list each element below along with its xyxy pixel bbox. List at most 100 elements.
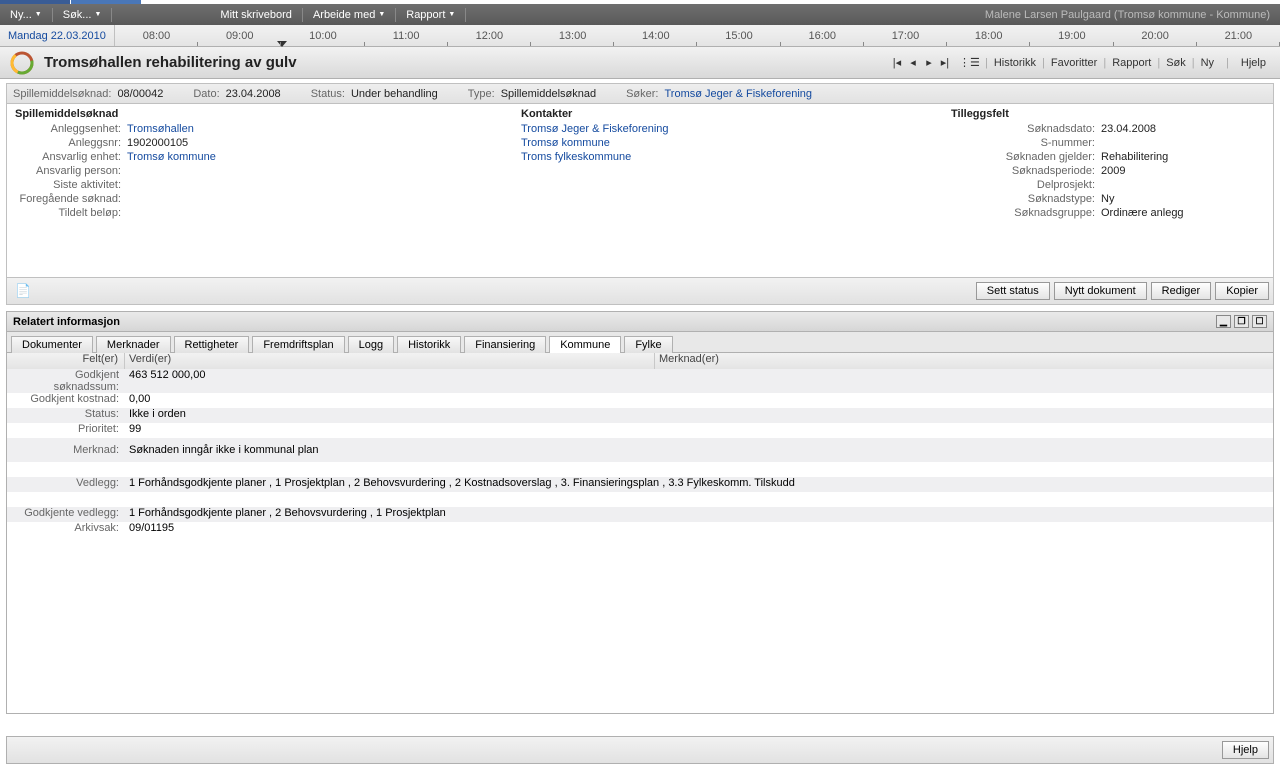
tab-fylke[interactable]: Fylke — [624, 336, 672, 353]
app-logo-icon — [10, 51, 34, 75]
nav-last-icon[interactable]: ▸| — [937, 56, 953, 69]
link-rapport[interactable]: Rapport — [1108, 57, 1155, 69]
minimize-button[interactable]: ▁ — [1216, 315, 1231, 328]
facility-link[interactable]: Tromsøhallen — [127, 122, 194, 136]
row-label: Arkivsak: — [7, 522, 125, 537]
summary-status-value: Under behandling — [351, 88, 438, 100]
detail-panel: Spillemiddelsøknad Anleggsenhet:Tromsøha… — [6, 104, 1274, 278]
nav-prev-icon[interactable]: ◂ — [905, 56, 921, 69]
page-title: Tromsøhallen rehabilitering av gulv — [44, 54, 889, 71]
tab-finansiering[interactable]: Finansiering — [464, 336, 546, 353]
row-value: Søknaden inngår ikke i kommunal plan — [125, 444, 1273, 456]
col-values: Verdi(er) — [125, 353, 655, 369]
summary-row: Spillemiddelsøknad: 08/00042 Dato: 23.04… — [6, 83, 1274, 104]
tab-merknader[interactable]: Merknader — [96, 336, 171, 353]
tab-strip-item[interactable] — [71, 0, 141, 4]
field-label: Søknadsgruppe: — [951, 206, 1101, 220]
edit-button[interactable]: Rediger — [1151, 282, 1212, 300]
col-notes: Merknad(er) — [655, 353, 1273, 369]
tab-logg[interactable]: Logg — [348, 336, 394, 353]
new-document-button[interactable]: Nytt dokument — [1054, 282, 1147, 300]
row-label: Godkjent søknadssum: — [7, 369, 125, 393]
summary-date-label: Dato: — [193, 88, 219, 100]
nav-first-icon[interactable]: |◂ — [889, 56, 905, 69]
summary-type-label: Type: — [468, 88, 495, 100]
grid-body[interactable]: Godkjent søknadssum:463 512 000,00 Godkj… — [6, 369, 1274, 714]
timeline-hour: 14:00 — [614, 25, 697, 46]
tab-rettigheter[interactable]: Rettigheter — [174, 336, 250, 353]
link-historikk[interactable]: Historikk — [990, 57, 1040, 69]
left-col-head: Spillemiddelsøknad — [15, 108, 505, 120]
field-value: 23.04.2008 — [1101, 122, 1156, 136]
field-label: Søknaden gjelder: — [951, 150, 1101, 164]
timeline-hour: 10:00 — [281, 25, 364, 46]
field-label: Delprosjekt: — [951, 178, 1101, 192]
link-sok[interactable]: Søk — [1162, 57, 1190, 69]
row-label: Godkjent kostnad: — [7, 393, 125, 408]
timeline-hour: 17:00 — [864, 25, 947, 46]
timeline-hour: 11:00 — [365, 25, 448, 46]
unit-link[interactable]: Tromsø kommune — [127, 150, 216, 164]
contact-link[interactable]: Troms fylkeskommune — [521, 150, 631, 164]
row-value: 99 — [125, 423, 1273, 438]
timeline-hour: 20:00 — [1114, 25, 1197, 46]
set-status-button[interactable]: Sett status — [976, 282, 1050, 300]
field-label: Anleggsnr: — [15, 136, 127, 150]
summary-applicant-label: Søker: — [626, 88, 658, 100]
grid-header: Felt(er) Verdi(er) Merknad(er) — [6, 353, 1274, 369]
row-value: 0,00 — [125, 393, 1273, 408]
timeline-hour: 08:00 — [115, 25, 198, 46]
row-value: 09/01195 — [125, 522, 1273, 537]
contact-link[interactable]: Tromsø kommune — [521, 136, 610, 150]
top-menubar: Ny...▼ Søk...▼ Mitt skrivebord Arbeide m… — [0, 4, 1280, 25]
menu-search[interactable]: Søk...▼ — [57, 6, 108, 23]
timeline-hour: 21:00 — [1197, 25, 1280, 46]
timeline-hour: 18:00 — [947, 25, 1030, 46]
maximize-button[interactable]: ☐ — [1252, 315, 1267, 328]
menu-new[interactable]: Ny...▼ — [4, 6, 48, 23]
timeline-hours[interactable]: 08:0009:0010:0011:0012:0013:0014:0015:00… — [115, 25, 1280, 46]
field-value: Ny — [1101, 192, 1114, 206]
menu-workwith[interactable]: Arbeide med▼ — [307, 6, 391, 23]
menu-desktop[interactable]: Mitt skrivebord — [214, 6, 298, 23]
timeline-date[interactable]: Mandag 22.03.2010 — [0, 25, 115, 46]
field-value: 2009 — [1101, 164, 1125, 178]
summary-type-value: Spillemiddelsøknad — [501, 88, 596, 100]
chevron-down-icon: ▼ — [35, 11, 42, 18]
field-label: Ansvarlig person: — [15, 164, 127, 178]
summary-id-label: Spillemiddelsøknad: — [13, 88, 111, 100]
link-favoritter[interactable]: Favoritter — [1047, 57, 1101, 69]
summary-applicant-link[interactable]: Tromsø Jeger & Fiskeforening — [665, 88, 813, 100]
tab-strip-item[interactable] — [0, 0, 70, 4]
row-value: 1 Forhåndsgodkjente planer , 2 Behovsvur… — [125, 507, 1273, 522]
field-label: Søknadsdato: — [951, 122, 1101, 136]
nav-list-icon[interactable]: ⋮☰ — [959, 56, 975, 69]
help-button[interactable]: Hjelp — [1222, 741, 1269, 759]
title-bar: Tromsøhallen rehabilitering av gulv |◂ ◂… — [0, 47, 1280, 79]
summary-status-label: Status: — [311, 88, 345, 100]
menu-report[interactable]: Rapport▼ — [400, 6, 461, 23]
tab-fremdriftsplan[interactable]: Fremdriftsplan — [252, 336, 344, 353]
col-fields: Felt(er) — [7, 353, 125, 369]
restore-button[interactable]: ❐ — [1234, 315, 1249, 328]
nav-next-icon[interactable]: ▸ — [921, 56, 937, 69]
timeline-hour: 19:00 — [1030, 25, 1113, 46]
field-label: Siste aktivitet: — [15, 178, 127, 192]
copy-icon[interactable]: 📄 — [11, 283, 35, 299]
contact-link[interactable]: Tromsø Jeger & Fiskeforening — [521, 122, 669, 136]
chevron-down-icon: ▼ — [378, 11, 385, 18]
timeline-hour: 12:00 — [448, 25, 531, 46]
timeline-hour: 09:00 — [198, 25, 281, 46]
link-ny[interactable]: Ny — [1197, 57, 1218, 69]
row-label: Merknad: — [7, 444, 125, 456]
contacts-head: Kontakter — [521, 108, 935, 120]
extras-head: Tilleggsfelt — [951, 108, 1265, 120]
tab-dokumenter[interactable]: Dokumenter — [11, 336, 93, 353]
link-hjelp[interactable]: Hjelp — [1237, 57, 1270, 69]
copy-button[interactable]: Kopier — [1215, 282, 1269, 300]
tab-historikk[interactable]: Historikk — [397, 336, 461, 353]
row-value: 463 512 000,00 — [125, 369, 1273, 393]
field-label: Tildelt beløp: — [15, 206, 127, 220]
timeline-hour: 16:00 — [781, 25, 864, 46]
tab-kommune[interactable]: Kommune — [549, 336, 621, 353]
